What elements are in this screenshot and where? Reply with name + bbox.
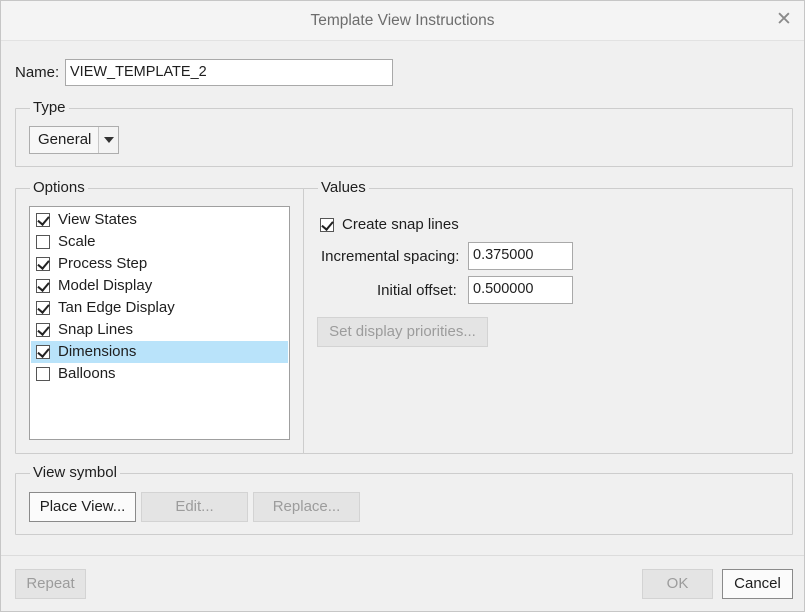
option-label: Balloons xyxy=(58,365,116,382)
name-label: Name: xyxy=(15,64,60,81)
initial-offset-label: Initial offset: xyxy=(377,282,457,299)
name-input[interactable]: VIEW_TEMPLATE_2 xyxy=(65,59,393,86)
place-view-button[interactable]: Place View... xyxy=(29,492,136,522)
title-bar: Template View Instructions ✕ xyxy=(1,1,804,41)
options-list-item[interactable]: Process Step xyxy=(31,253,288,275)
incremental-spacing-input[interactable]: 0.375000 xyxy=(468,242,573,270)
type-group-legend: Type xyxy=(30,98,69,118)
ok-button[interactable]: OK xyxy=(642,569,713,599)
chevron-down-icon[interactable] xyxy=(98,127,118,153)
option-checkbox[interactable] xyxy=(36,257,50,271)
option-label: Process Step xyxy=(58,255,148,272)
options-list[interactable]: View States Scale Process Step Model Displa… xyxy=(29,206,290,440)
repeat-button[interactable]: Repeat xyxy=(15,569,86,599)
option-label: Scale xyxy=(58,233,96,250)
option-checkbox[interactable] xyxy=(36,301,50,315)
template-view-instructions-dialog: Template View Instructions ✕ Name: VIEW_… xyxy=(0,0,805,612)
footer-divider xyxy=(1,555,804,556)
options-list-item[interactable]: Snap Lines xyxy=(31,319,288,341)
option-checkbox[interactable] xyxy=(36,279,50,293)
type-select[interactable]: General xyxy=(29,126,119,154)
edit-button[interactable]: Edit... xyxy=(141,492,248,522)
initial-offset-input[interactable]: 0.500000 xyxy=(468,276,573,304)
incremental-spacing-label: Incremental spacing: xyxy=(321,248,460,265)
create-snap-lines-label: Create snap lines xyxy=(342,216,459,233)
cancel-button[interactable]: Cancel xyxy=(722,569,793,599)
create-snap-lines-checkbox[interactable] xyxy=(320,218,334,232)
options-list-item[interactable]: Balloons xyxy=(31,363,288,385)
option-checkbox[interactable] xyxy=(36,235,50,249)
type-select-value: General xyxy=(38,131,92,148)
close-icon[interactable]: ✕ xyxy=(774,9,794,31)
option-label: Model Display xyxy=(58,277,153,294)
values-group: Values Create snap lines Incremental spa… xyxy=(303,178,793,454)
options-group-legend: Options xyxy=(30,178,88,198)
view-symbol-group-legend: View symbol xyxy=(30,463,120,483)
options-list-item[interactable]: Model Display xyxy=(31,275,288,297)
values-group-legend: Values xyxy=(318,178,369,198)
option-checkbox[interactable] xyxy=(36,345,50,359)
set-display-priorities-button[interactable]: Set display priorities... xyxy=(317,317,488,347)
option-checkbox[interactable] xyxy=(36,367,50,381)
option-label: View States xyxy=(58,211,137,228)
type-group: Type General xyxy=(15,98,793,167)
options-list-item[interactable]: View States xyxy=(31,209,288,231)
options-list-item[interactable]: Dimensions xyxy=(31,341,288,363)
option-checkbox[interactable] xyxy=(36,323,50,337)
options-list-item[interactable]: Tan Edge Display xyxy=(31,297,288,319)
option-checkbox[interactable] xyxy=(36,213,50,227)
dialog-title: Template View Instructions xyxy=(310,12,495,29)
options-group: Options View States Scale Process Step Mode… xyxy=(15,178,304,454)
option-label: Snap Lines xyxy=(58,321,134,338)
view-symbol-group: View symbol Place View... Edit... Replac… xyxy=(15,463,793,535)
options-list-item[interactable]: Scale xyxy=(31,231,288,253)
replace-button[interactable]: Replace... xyxy=(253,492,360,522)
option-label: Tan Edge Display xyxy=(58,299,175,316)
option-label: Dimensions xyxy=(58,343,137,360)
